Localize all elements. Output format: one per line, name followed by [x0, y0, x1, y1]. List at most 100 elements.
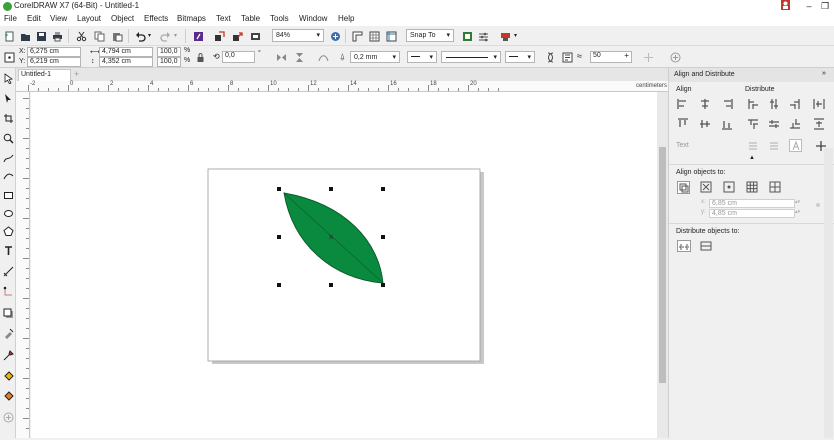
show-guidelines-icon[interactable]: [384, 29, 398, 43]
vertical-ruler[interactable]: [16, 92, 30, 438]
docker-scrollbar[interactable]: [824, 148, 833, 438]
publish-pdf-icon[interactable]: [248, 29, 262, 43]
vertical-scrollbar[interactable]: [657, 92, 668, 438]
ellipse-tool-icon[interactable]: [1, 206, 15, 220]
handle-bottom-right[interactable]: [381, 283, 385, 287]
close-curve-icon[interactable]: [543, 50, 557, 64]
align-bottom-icon[interactable]: [721, 118, 733, 130]
smart-drawing-tool-icon[interactable]: [1, 169, 15, 183]
shape-edit-icon[interactable]: [316, 50, 330, 64]
page-edge-icon[interactable]: [700, 181, 712, 193]
selection-extent-icon[interactable]: [677, 240, 691, 252]
handle-bottom-left[interactable]: [277, 283, 281, 287]
import-icon[interactable]: [212, 29, 226, 43]
point-target-icon[interactable]: [816, 203, 820, 207]
smoothing-input[interactable]: 50 +: [590, 51, 632, 63]
align-y-input[interactable]: 4,85 cm: [709, 209, 795, 218]
add-tool-icon[interactable]: [1, 410, 15, 424]
text-tool-icon[interactable]: [1, 243, 15, 257]
zoom-level-select[interactable]: 84% ▾: [272, 29, 324, 42]
text-first-line-icon[interactable]: [747, 140, 759, 152]
menu-view[interactable]: View: [50, 14, 67, 23]
redo-icon[interactable]: [158, 29, 172, 43]
paste-icon[interactable]: [110, 29, 124, 43]
page-extent-icon[interactable]: [700, 240, 712, 252]
drawing-canvas[interactable]: [31, 92, 657, 438]
transparency-tool-icon[interactable]: [1, 326, 15, 340]
specified-point-icon[interactable]: [769, 181, 781, 193]
height-input[interactable]: 4,352 cm: [99, 57, 153, 67]
mirror-horizontal-icon[interactable]: [274, 50, 288, 64]
undo-dropdown-icon[interactable]: ▾: [148, 32, 151, 39]
snap-to-select[interactable]: Snap To ▾: [406, 29, 454, 42]
width-input[interactable]: 4,794 cm: [99, 47, 153, 57]
scale-y-input[interactable]: 100,0: [157, 57, 181, 67]
align-center-horizontal-icon[interactable]: [699, 98, 711, 110]
outline-width-select[interactable]: 0,2 mm ▾: [350, 51, 400, 63]
launcher-dropdown-icon[interactable]: ▾: [514, 32, 517, 39]
start-arrowhead-select[interactable]: ▾: [407, 51, 437, 63]
export-icon[interactable]: [230, 29, 244, 43]
text-bounding-box-icon[interactable]: [789, 139, 802, 152]
distribute-spacing-horizontal-icon[interactable]: [813, 98, 825, 110]
restore-button[interactable]: ❐: [816, 0, 834, 13]
crop-tool-icon[interactable]: [1, 111, 15, 125]
menu-tools[interactable]: Tools: [270, 14, 289, 23]
handle-top-right[interactable]: [381, 187, 385, 191]
print-icon[interactable]: [50, 29, 64, 43]
save-icon[interactable]: [34, 29, 48, 43]
x-position-input[interactable]: 6,275 cm: [27, 47, 81, 57]
zoom-tool-icon[interactable]: [1, 131, 15, 145]
distribute-top-icon[interactable]: [747, 118, 759, 130]
menu-effects[interactable]: Effects: [144, 14, 168, 23]
tab-untitled-1[interactable]: Untitled-1: [18, 69, 71, 81]
application-launcher-icon[interactable]: [498, 29, 512, 43]
object-origin-icon[interactable]: [2, 50, 16, 64]
lock-ratio-icon[interactable]: [193, 50, 207, 64]
pick-tool-icon[interactable]: [1, 71, 15, 85]
rotation-angle-input[interactable]: 0,0: [222, 51, 255, 63]
new-tab-icon[interactable]: +: [74, 69, 79, 79]
menu-object[interactable]: Object: [111, 14, 134, 23]
menu-file[interactable]: File: [4, 14, 17, 23]
open-folder-icon[interactable]: [18, 29, 32, 43]
smart-fill-tool-icon[interactable]: [1, 388, 15, 402]
options-icon[interactable]: [476, 29, 490, 43]
quick-customize-icon[interactable]: [641, 50, 655, 64]
add-icon[interactable]: [668, 50, 682, 64]
page-center-icon[interactable]: [723, 181, 735, 193]
active-objects-icon[interactable]: [677, 181, 690, 194]
menu-edit[interactable]: Edit: [27, 14, 41, 23]
drop-shadow-tool-icon[interactable]: [1, 306, 15, 320]
cut-icon[interactable]: [74, 29, 88, 43]
show-grid-icon[interactable]: [367, 29, 381, 43]
distribute-center-horizontal-icon[interactable]: [768, 98, 780, 110]
menu-layout[interactable]: Layout: [77, 14, 101, 23]
shape-tool-icon[interactable]: [1, 91, 15, 105]
handle-top-center[interactable]: [329, 187, 333, 191]
grid-icon[interactable]: [746, 181, 758, 193]
search-content-icon[interactable]: [191, 29, 205, 43]
new-document-icon[interactable]: [2, 29, 16, 43]
handle-bottom-center[interactable]: [329, 283, 333, 287]
docker-collapse-icon[interactable]: »: [822, 70, 826, 77]
copy-icon[interactable]: [92, 29, 106, 43]
distribute-spacing-vertical-icon[interactable]: [813, 118, 825, 130]
eyedropper-tool-icon[interactable]: [1, 348, 15, 362]
scale-x-input[interactable]: 100,0: [157, 47, 181, 57]
mirror-vertical-icon[interactable]: [292, 50, 306, 64]
menu-help[interactable]: Help: [338, 14, 354, 23]
parallel-dimension-tool-icon[interactable]: [1, 264, 15, 278]
undo-icon[interactable]: [133, 29, 147, 43]
user-icon[interactable]: [778, 0, 792, 13]
text-last-line-icon[interactable]: [768, 140, 780, 152]
distribute-center-vertical-icon[interactable]: [768, 118, 780, 130]
x-spin-icon[interactable]: ▴▾: [795, 199, 800, 205]
wrap-text-icon[interactable]: [560, 50, 574, 64]
collapse-arrow-icon[interactable]: ▲: [749, 155, 755, 161]
distribute-left-icon[interactable]: [747, 98, 759, 110]
rectangle-tool-icon[interactable]: [1, 188, 15, 202]
menu-text[interactable]: Text: [216, 14, 231, 23]
interactive-fill-tool-icon[interactable]: [1, 368, 15, 382]
align-right-icon[interactable]: [721, 98, 733, 110]
